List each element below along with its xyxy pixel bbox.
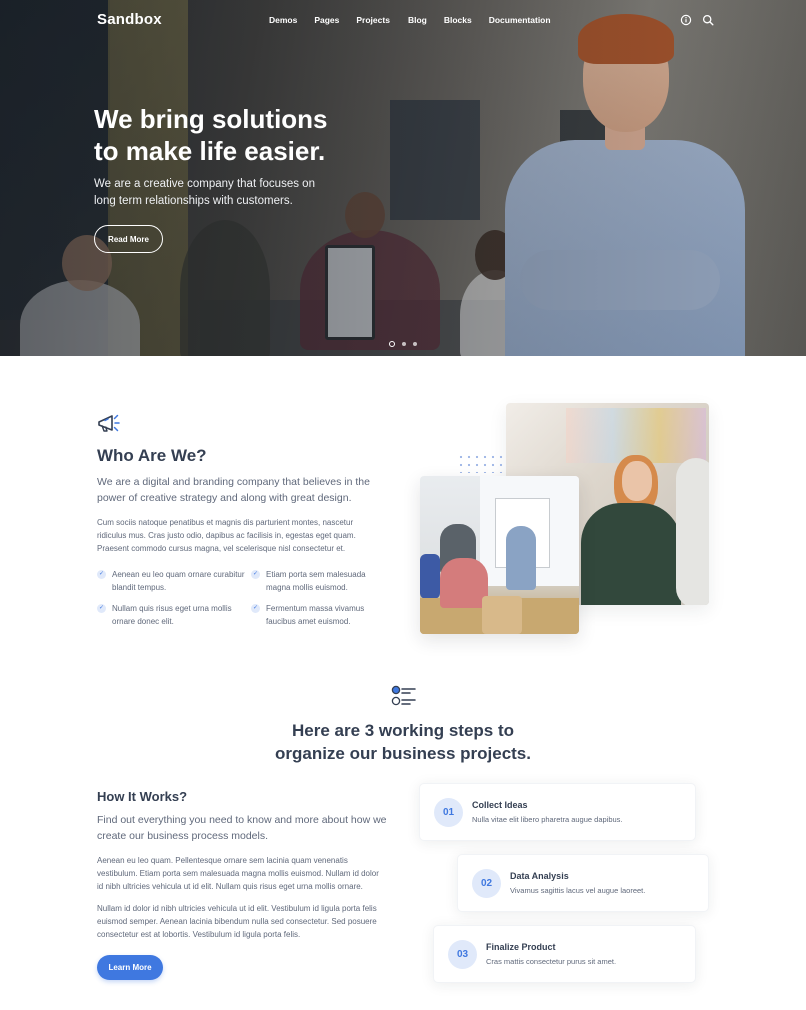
step-number: 03	[448, 940, 477, 969]
about-title: Who Are We?	[97, 446, 207, 465]
slider-dot-2[interactable]	[402, 342, 406, 346]
check-icon: ✓	[251, 604, 260, 613]
step-card-finalize-product: 03 Finalize Product Cras mattis consecte…	[433, 925, 696, 983]
about-image-team	[420, 476, 579, 634]
hero-text: We are a creative company that focuses o…	[94, 178, 315, 207]
slider-dot-1[interactable]	[389, 341, 395, 347]
step-description: Cras mattis consectetur purus sit amet.	[486, 957, 617, 966]
nav-item-blocks[interactable]: Blocks	[444, 15, 472, 25]
how-paragraph-1: Aenean eu leo quam. Pellentesque ornare …	[97, 856, 379, 891]
step-title: Data Analysis	[510, 871, 569, 881]
step-description: Nulla vitae elit libero pharetra augue d…	[472, 815, 623, 824]
dot-pattern	[457, 453, 505, 473]
check-icon: ✓	[251, 570, 260, 579]
check-list: ✓ Aenean eu leo quam ornare curabitur bl…	[97, 568, 387, 628]
checklist-icon	[391, 685, 416, 706]
learn-more-button[interactable]: Learn More	[97, 955, 163, 980]
step-card-data-analysis: 02 Data Analysis Vivamus sagittis lacus …	[457, 854, 709, 912]
list-item: ✓ Nullam quis risus eget urna mollis orn…	[97, 604, 232, 626]
how-lead: Find out everything you need to know and…	[97, 814, 387, 842]
step-number: 02	[472, 869, 501, 898]
step-title: Collect Ideas	[472, 800, 528, 810]
slider-dots	[389, 341, 417, 347]
search-icon[interactable]	[702, 14, 714, 26]
step-title: Finalize Product	[486, 942, 556, 952]
slider-dot-3[interactable]	[413, 342, 417, 346]
nav-item-pages[interactable]: Pages	[314, 15, 339, 25]
about-lead: We are a digital and branding company th…	[97, 476, 370, 504]
nav-item-documentation[interactable]: Documentation	[489, 15, 551, 25]
list-item: ✓ Etiam porta sem malesuada magna mollis…	[251, 570, 366, 592]
nav-item-projects[interactable]: Projects	[356, 15, 390, 25]
read-more-button[interactable]: Read More	[94, 225, 163, 253]
list-item: ✓ Aenean eu leo quam ornare curabitur bl…	[97, 570, 245, 592]
step-number: 01	[434, 798, 463, 827]
megaphone-icon	[98, 414, 120, 432]
step-card-collect-ideas: 01 Collect Ideas Nulla vitae elit libero…	[419, 783, 696, 841]
nav-item-blog[interactable]: Blog	[408, 15, 427, 25]
hero-section: Sandbox Demos Pages Projects Blog Blocks…	[0, 0, 806, 356]
step-description: Vivamus sagittis lacus vel augue laoreet…	[510, 886, 646, 895]
list-item: ✓ Fermentum massa vivamus faucibus amet …	[251, 604, 365, 626]
check-icon: ✓	[97, 604, 106, 613]
nav-menu: Demos Pages Projects Blog Blocks Documen…	[269, 15, 551, 25]
hero-title: We bring solutions to make life easier.	[94, 104, 328, 166]
nav-item-demos[interactable]: Demos	[269, 15, 297, 25]
how-paragraph-2: Nullam id dolor id nibh ultricies vehicu…	[97, 904, 377, 939]
info-icon[interactable]	[680, 14, 692, 26]
navbar: Sandbox Demos Pages Projects Blog Blocks…	[0, 0, 806, 42]
about-body: Cum sociis natoque penatibus et magnis d…	[97, 518, 356, 553]
check-icon: ✓	[97, 570, 106, 579]
logo[interactable]: Sandbox	[97, 11, 162, 28]
steps-title: Here are 3 working steps to organize our…	[274, 721, 531, 763]
how-title: How It Works?	[97, 789, 188, 804]
